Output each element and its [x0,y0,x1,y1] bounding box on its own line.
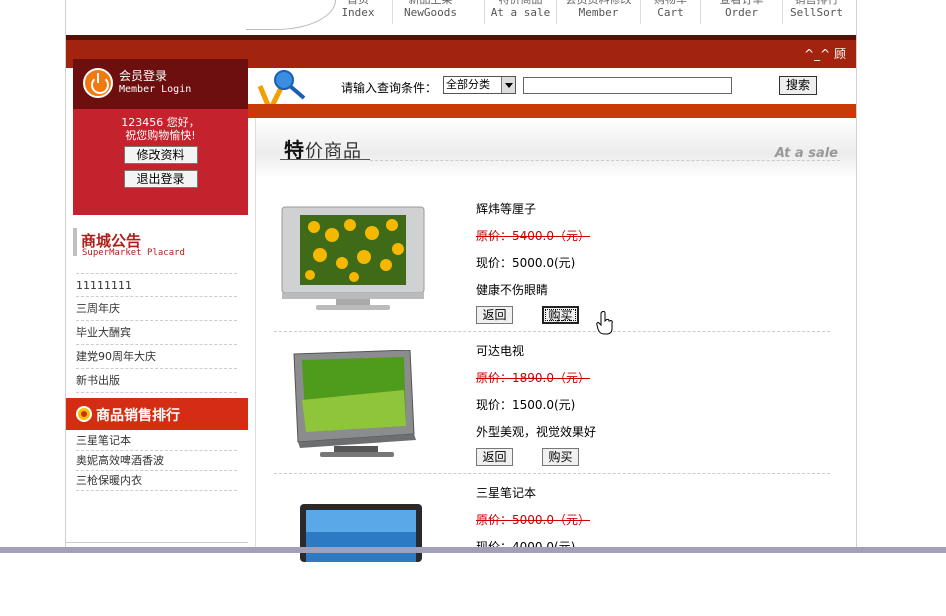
ranking-item[interactable]: 三枪保暖内衣 [76,471,237,491]
title-underline [280,159,370,160]
nav-item-sellsort[interactable]: 销售排行 SellSort [782,0,850,24]
window-bottom-edge [0,547,946,553]
nav-item-order[interactable]: 查看订单 Order [700,0,782,24]
product-old-price: 原价：5400.0（元） [476,229,590,243]
notice-item[interactable]: 毕业大酬宾 [76,321,237,345]
product-image[interactable] [280,205,426,313]
notice-header: 商城公告 SuperMarket Placard [73,228,248,268]
nav-item-label: Index [341,6,375,19]
product-image[interactable] [298,502,424,562]
page-frame: 首页 Index 新品上架 NewGoods 特价商品 At a sale 会员… [65,0,857,562]
nav-item-label: At a sale [490,6,551,19]
search-button[interactable]: 搜索 [779,76,817,95]
category-select[interactable]: 全部分类 [443,76,516,94]
greeting-line2: 祝您购物愉快! [125,129,196,142]
nav-item-label: Order [724,6,759,19]
nav-item-label: Member [578,6,619,19]
hand-cursor-icon [596,311,613,335]
search-bar: 请输入查询条件： 全部分类 搜索 [248,68,856,116]
nav-item-label: Cart [657,6,684,19]
product-card: 三星笔记本 原价：5000.0（元） 现价：4000.0(元) [274,474,830,616]
nav-item-label: NewGoods [404,6,457,19]
product-old-price: 原价：5000.0（元） [476,513,590,527]
edit-profile-button[interactable]: 修改资料 [123,146,198,164]
login-title-en: Member Login [119,84,192,95]
notice-item[interactable]: 11111111 [76,273,237,297]
member-login-panel: 会员登录 Member Login 123456 您好， 祝您购物愉快! 修改资… [73,59,248,215]
ranking-list: 三星笔记本 奥妮高效啤酒香波 三枪保暖内衣 [76,431,237,491]
sidebar-divider [66,542,248,543]
nav-item-index[interactable]: 首页 Index [324,0,392,24]
sale-panel: 特价商品 At a sale 辉炜等厘子 原价：5400.0（元） 现价：500… [255,118,856,562]
login-title: 会员登录 Member Login [119,69,191,97]
nav-item-newgoods[interactable]: 新品上架 NewGoods [392,0,468,24]
notice-list: 11111111 三周年庆 毕业大酬宾 建党90周年大庆 新书出版 [76,273,237,393]
top-nav: 首页 Index 新品上架 NewGoods 特价商品 At a sale 会员… [66,0,856,35]
notice-item[interactable]: 新书出版 [76,369,237,393]
nav-item-cart[interactable]: 购物车 Cart [640,0,700,24]
back-button[interactable]: 返回 [476,448,513,466]
ranking-item[interactable]: 奥妮高效啤酒香波 [76,451,237,471]
chevron-down-icon[interactable] [501,77,515,93]
category-select-value: 全部分类 [446,78,490,91]
notice-subtitle: SuperMarket Placard [82,248,185,258]
welcome-text: ^_^ 顾 [804,47,846,61]
login-header: 会员登录 Member Login [73,59,248,109]
greeting: 123456 您好， 祝您购物愉快! [73,116,248,142]
product-name[interactable]: 辉炜等厘子 [476,202,590,229]
product-price: 现价：1500.0(元) [476,398,576,412]
product-info: 可达电视 原价：1890.0（元） 现价：1500.0(元) 外型美观，视觉效果… [476,344,596,452]
search-label: 请输入查询条件： [341,81,438,95]
product-price: 现价：4000.0(元) [476,540,590,567]
product-name[interactable]: 可达电视 [476,344,596,371]
product-card: 可达电视 原价：1890.0（元） 现价：1500.0(元) 外型美观，视觉效果… [274,332,830,474]
product-info: 三星笔记本 原价：5000.0（元） 现价：4000.0(元) [476,486,590,567]
back-button[interactable]: 返回 [476,306,513,324]
logout-button[interactable]: 退出登录 [123,170,198,188]
ranking-title: 商品销售排行 [96,408,180,424]
nav-item-label: SellSort [790,6,843,19]
nav-item-member[interactable]: 会员资料修改 Member [556,0,640,24]
product-card: 辉炜等厘子 原价：5400.0（元） 现价：5000.0(元) 健康不伤眼睛 返… [274,190,830,332]
target-icon [76,406,92,422]
login-title-cn: 会员登录 [119,69,168,83]
notice-header-bar [73,228,77,256]
buy-button[interactable]: 购买 [542,306,579,324]
ranking-item[interactable]: 三星笔记本 [76,431,237,451]
notice-item[interactable]: 建党90周年大庆 [76,345,237,369]
nav-item-sale[interactable]: 特价商品 At a sale [484,0,556,24]
product-price: 现价：5000.0(元) [476,256,576,270]
buy-button[interactable]: 购买 [542,448,579,466]
ranking-header: 商品销售排行 [66,398,248,430]
section-title-en: At a sale [774,146,838,161]
greeting-line1: 123456 您好， [121,116,200,129]
product-name[interactable]: 三星笔记本 [476,486,590,513]
section-header: 特价商品 At a sale [256,118,856,178]
notice-item[interactable]: 三周年庆 [76,297,237,321]
search-divider [248,104,856,118]
product-old-price: 原价：1890.0（元） [476,371,590,385]
search-input[interactable] [523,77,732,94]
nav-decoration [246,0,336,30]
title-dashed-line [370,160,840,161]
power-icon [83,68,113,98]
product-info: 辉炜等厘子 原价：5400.0（元） 现价：5000.0(元) 健康不伤眼睛 [476,202,590,310]
product-image[interactable] [280,350,426,458]
